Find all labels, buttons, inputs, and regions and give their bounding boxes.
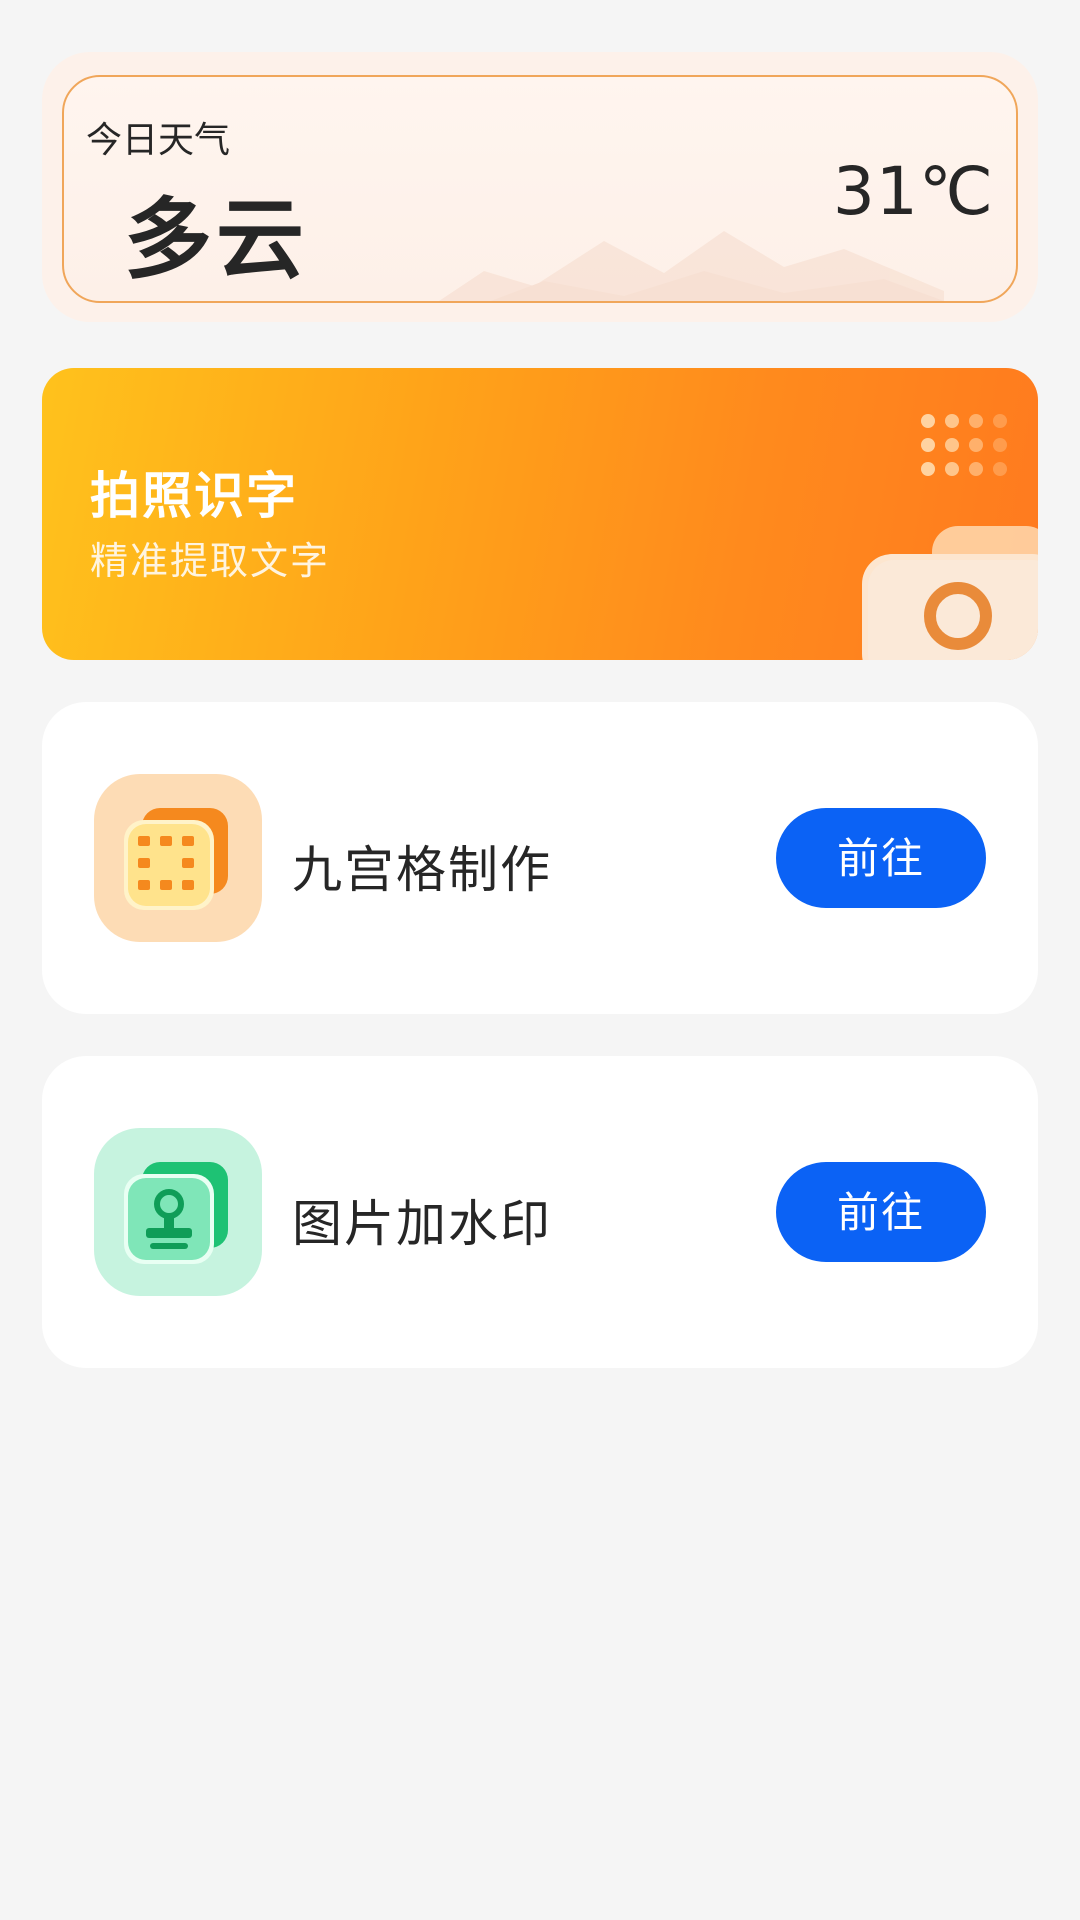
dot-grid-decoration: [921, 414, 1007, 476]
weather-label: 今日天气: [86, 120, 231, 161]
grid-maker-card[interactable]: 九宫格制作 前往: [42, 702, 1038, 1014]
weather-temperature: 31℃: [832, 153, 994, 230]
ocr-banner[interactable]: 拍照识字 精准提取文字: [42, 368, 1038, 660]
stamp-icon-tile: [94, 1128, 262, 1296]
ocr-title: 拍照识字: [90, 467, 298, 525]
weather-condition: 多云: [124, 188, 309, 291]
grid-maker-go-button[interactable]: 前往: [776, 808, 986, 908]
camera-icon: [862, 526, 1038, 660]
watermark-title: 图片加水印: [292, 1195, 552, 1253]
stamp-icon: [124, 1162, 228, 1264]
ocr-subtitle: 精准提取文字: [90, 539, 331, 583]
watermark-go-button[interactable]: 前往: [776, 1162, 986, 1262]
grid-icon-tile: [94, 774, 262, 942]
weather-card: 今日天气 多云 31℃: [62, 75, 1018, 303]
grid-icon: [124, 808, 228, 910]
grid-maker-title: 九宫格制作: [292, 841, 552, 899]
watermark-card[interactable]: 图片加水印 前往: [42, 1056, 1038, 1368]
